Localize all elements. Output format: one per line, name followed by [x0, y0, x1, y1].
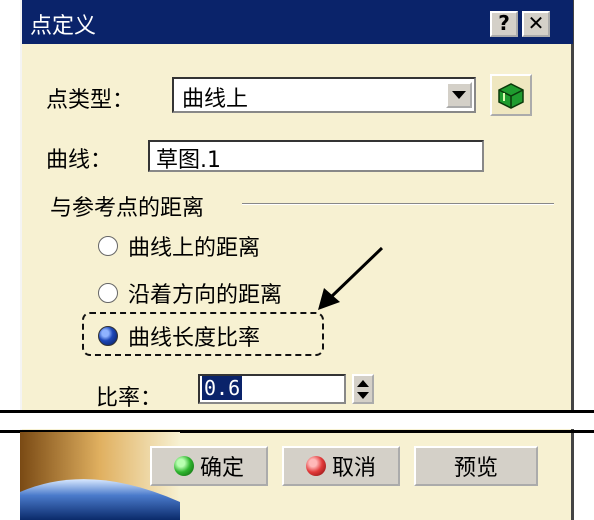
cancel-icon — [305, 456, 326, 476]
annotation-arrow — [318, 246, 384, 310]
ok-button[interactable]: 确定 — [150, 446, 268, 486]
ok-icon — [173, 456, 194, 476]
ok-label: 确定 — [199, 456, 244, 481]
cancel-button[interactable]: 取消 — [282, 446, 400, 486]
preview-button[interactable]: 预览 — [414, 446, 538, 486]
preview-label: 预览 — [453, 456, 498, 481]
cancel-label: 取消 — [331, 456, 376, 481]
